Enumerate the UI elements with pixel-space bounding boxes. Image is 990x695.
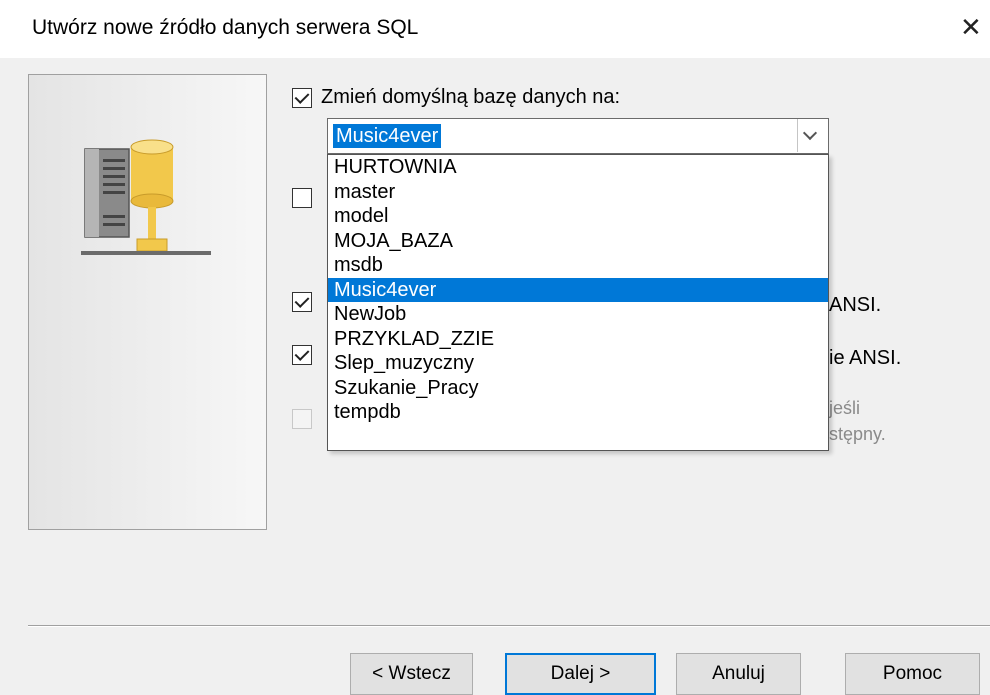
list-item[interactable]: HURTOWNIA (328, 155, 828, 180)
list-item[interactable]: msdb (328, 253, 828, 278)
option2-checkbox[interactable] (292, 188, 312, 208)
database-dropdown-list[interactable]: HURTOWNIA master model MOJA_BAZA msdb Mu… (327, 154, 829, 451)
close-icon[interactable]: ✕ (960, 14, 982, 40)
chevron-down-icon (802, 125, 818, 141)
window-title: Utwórz nowe źródło danych serwera SQL (32, 16, 419, 39)
title-bar: Utwórz nowe źródło danych serwera SQL ✕ (0, 0, 990, 58)
list-item[interactable]: Szukanie_Pracy (328, 376, 828, 401)
list-item[interactable]: master (328, 180, 828, 205)
list-item[interactable]: NewJob (328, 302, 828, 327)
list-item-selected[interactable]: Music4ever (328, 277, 828, 302)
option5-label-line2: stępny. (829, 424, 886, 444)
side-image-panel (28, 74, 267, 530)
option5-label-line1: jeśli (829, 398, 861, 418)
cancel-button[interactable]: Anuluj (676, 653, 801, 695)
combo-selected-value: Music4ever (333, 124, 442, 148)
change-default-db-checkbox[interactable] (292, 88, 312, 108)
database-server-icon (81, 139, 211, 255)
option4-label: ie ANSI. (829, 347, 902, 369)
option4-checkbox[interactable] (292, 345, 312, 365)
list-item[interactable]: PRZYKLAD_ZZIE (328, 327, 828, 352)
option3-label: ANSI. (829, 294, 882, 316)
help-button[interactable]: Pomoc (845, 653, 980, 695)
list-item[interactable]: Slep_muzyczny (328, 351, 828, 376)
list-item[interactable]: MOJA_BAZA (328, 229, 828, 254)
list-item[interactable]: model (328, 204, 828, 229)
list-item[interactable]: tempdb (328, 400, 828, 425)
back-button[interactable]: < Wstecz (350, 653, 473, 695)
default-database-combobox[interactable]: Music4ever (327, 118, 829, 154)
combo-dropdown-button[interactable] (797, 119, 828, 152)
change-default-db-label: Zmień domyślną bazę danych na: (321, 86, 621, 108)
option5-checkbox[interactable] (292, 409, 312, 429)
footer-separator (28, 625, 990, 627)
next-button[interactable]: Dalej > (505, 653, 656, 695)
option3-checkbox[interactable] (292, 292, 312, 312)
